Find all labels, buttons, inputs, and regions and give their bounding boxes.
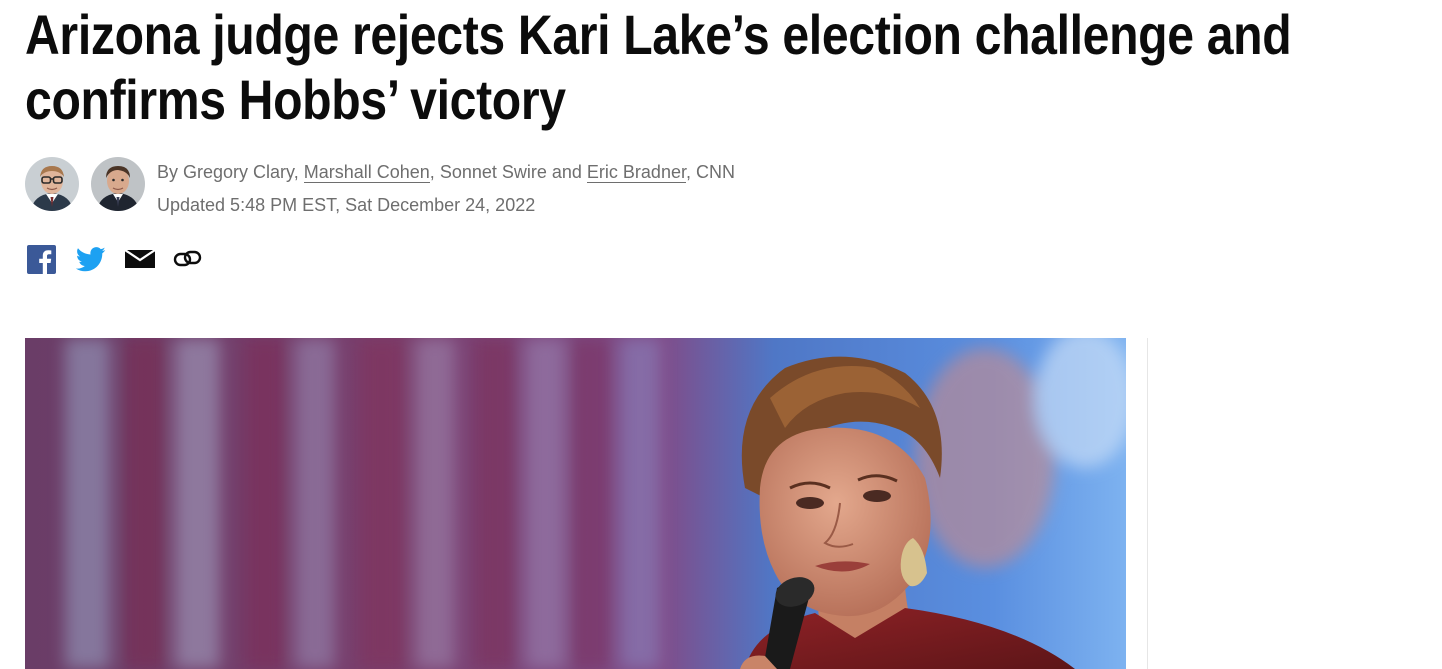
share-link-button[interactable] xyxy=(172,244,204,274)
byline-prefix: By xyxy=(157,162,184,182)
headline-line-1: Arizona judge rejects Kari Lake’s electi… xyxy=(25,3,1292,66)
author-link-marshall-cohen[interactable]: Marshall Cohen xyxy=(303,162,430,183)
byline-separator-3: and xyxy=(546,162,587,182)
share-twitter-button[interactable] xyxy=(75,244,107,274)
twitter-icon xyxy=(76,246,106,271)
headline-line-2: confirms Hobbs’ victory xyxy=(25,68,566,131)
byline-separator-2: , xyxy=(429,162,440,182)
right-rail-divider xyxy=(1147,338,1148,669)
email-icon xyxy=(125,249,155,268)
link-icon xyxy=(173,250,202,267)
author-avatar-1[interactable] xyxy=(25,157,79,211)
author-name-1: Gregory Clary xyxy=(183,162,294,182)
hero-image[interactable] xyxy=(25,338,1126,669)
timestamp: Updated 5:48 PM EST, Sat December 24, 20… xyxy=(157,195,536,215)
author-link-eric-bradner[interactable]: Eric Bradner xyxy=(586,162,686,183)
article-page: Arizona judge rejects Kari Lake’s electi… xyxy=(0,0,1442,669)
author-avatar-2[interactable] xyxy=(91,157,145,211)
share-email-button[interactable] xyxy=(124,244,156,274)
byline: By Gregory Clary, Marshall Cohen, Sonnet… xyxy=(157,160,735,184)
byline-suffix: , CNN xyxy=(685,162,735,182)
byline-separator-1: , xyxy=(293,162,304,182)
author-name-3: Sonnet Swire xyxy=(439,162,547,182)
headline: Arizona judge rejects Kari Lake’s electi… xyxy=(25,2,1292,132)
facebook-icon xyxy=(26,244,56,274)
share-facebook-button[interactable] xyxy=(26,244,56,274)
